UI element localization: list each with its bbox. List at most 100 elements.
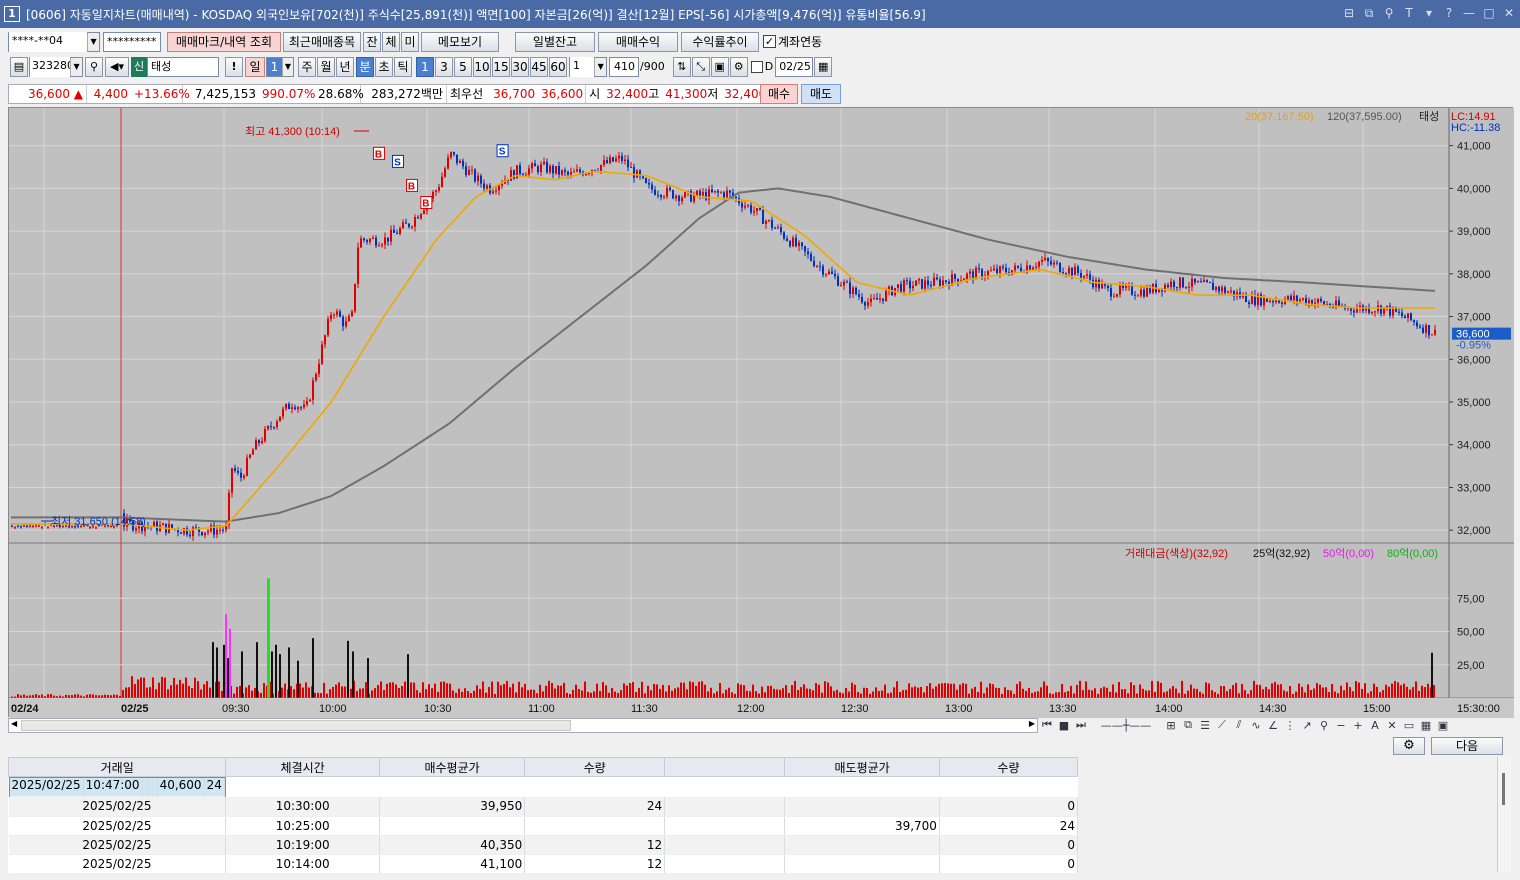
next-button[interactable]: 다음 [1431, 737, 1503, 755]
balance-button[interactable]: 잔 [363, 31, 381, 52]
price-chart[interactable]: 41,000 40,000 39,000 38,000 37,000 36,000 35,0… [9, 108, 1514, 718]
buy-button[interactable]: 매수 [760, 84, 798, 104]
executed-button[interactable]: 체 [382, 31, 400, 52]
recent-trades-button[interactable]: 최근매매종목 [283, 31, 361, 52]
unit-select[interactable]: 1 ▼ [569, 56, 607, 77]
period-second-button[interactable]: 초 [375, 56, 393, 77]
speaker-icon[interactable]: ◀▾ [105, 56, 129, 77]
d-checkbox[interactable] [750, 60, 763, 73]
window-control-8[interactable]: ✕ [1502, 5, 1516, 21]
play-forward-icon[interactable]: ⏭ [1074, 718, 1088, 732]
angle-icon[interactable]: ∠ [1266, 719, 1280, 732]
window-control-1[interactable]: ⧉ [1362, 5, 1376, 21]
column-header-1[interactable]: 체결시간 [225, 757, 380, 777]
window-control-0[interactable]: ⊟ [1342, 5, 1356, 21]
alert-button[interactable]: ! [225, 56, 243, 77]
trade-profit-button[interactable]: 매매수익 [598, 31, 678, 52]
save-icon[interactable]: ▣ [710, 56, 729, 77]
window-icon[interactable]: ▣ [1436, 719, 1450, 732]
window-control-6[interactable]: — [1462, 5, 1476, 21]
interval-3-button[interactable]: 3 [435, 56, 453, 77]
trend-icon[interactable]: ⟋ [1215, 718, 1229, 732]
return-trend-button[interactable]: 수익률추이 [681, 31, 759, 52]
search-icon[interactable]: ⚲ [85, 56, 103, 77]
interval-1-button[interactable]: 1 [416, 56, 434, 77]
layout-icon[interactable]: ▤ [10, 56, 28, 77]
grid-icon[interactable]: ⊞ [1164, 719, 1178, 732]
arrow-icon[interactable]: ↗ [1300, 719, 1314, 732]
cross-icon[interactable]: ✕ [1385, 719, 1399, 732]
fib-icon[interactable]: ⋮ [1283, 719, 1297, 732]
table-row[interactable]: 2025/02/25 10:30:00 39,950 24 0 [8, 797, 1079, 817]
chart-panel[interactable]: 41,000 40,000 39,000 38,000 37,000 36,000 35,0… [8, 107, 1514, 718]
period-week-button[interactable]: 주 [298, 56, 316, 77]
stop-icon[interactable]: ■ [1057, 719, 1071, 732]
period-count-select[interactable]: 1 ▼ [266, 56, 294, 77]
password-field[interactable]: ********* [103, 31, 161, 52]
stock-name-field[interactable]: 태성 [147, 56, 219, 77]
interval-45-button[interactable]: 45 [530, 56, 548, 77]
list-icon[interactable]: ☰ [1198, 719, 1212, 732]
interval-5-button[interactable]: 5 [454, 56, 472, 77]
table-row[interactable]: 2025/02/25 10:25:00 39,700 24 [8, 816, 1079, 836]
column-header-3[interactable]: 수량 [524, 757, 666, 777]
trade-mark-query-button[interactable]: 매매마크/내역 조회 [167, 31, 281, 52]
interval-15-button[interactable]: 15 [492, 56, 510, 77]
date-field[interactable]: 02/25 [775, 56, 814, 77]
column-header-4[interactable] [664, 757, 786, 777]
copy-icon[interactable]: ⧉ [1181, 718, 1195, 732]
scroll-thumb[interactable] [21, 720, 571, 731]
account-link-checkbox[interactable]: ✓ [763, 35, 776, 48]
column-header-0[interactable]: 거래일 [7, 757, 227, 777]
candle [1248, 302, 1250, 305]
minus-icon[interactable]: − [1334, 719, 1348, 732]
table-row[interactable]: 2025/02/25 10:14:00 41,100 12 0 [8, 854, 1079, 874]
scroll-left-icon[interactable]: ◀ [11, 719, 17, 728]
interval-10-button[interactable]: 10 [473, 56, 491, 77]
bar-count-field[interactable]: 410 [609, 56, 639, 77]
period-year-button[interactable]: 년 [336, 56, 354, 77]
window-control-3[interactable]: T [1402, 5, 1416, 21]
calendar-icon[interactable]: ▦ [814, 56, 833, 77]
sell-button[interactable]: 매도 [801, 84, 841, 104]
gear-icon[interactable]: ⚙ [729, 56, 748, 77]
magnify-icon[interactable]: ⚲ [1317, 719, 1331, 732]
column-header-6[interactable]: 수량 [938, 757, 1079, 777]
memo-view-button[interactable]: 메모보기 [421, 31, 499, 52]
zoom-slider[interactable]: ——┼—— [1091, 719, 1161, 732]
candle [645, 178, 647, 183]
line-tool-icon[interactable]: ⤡ [691, 56, 710, 77]
play-back-icon[interactable]: ⏮ [1040, 718, 1054, 732]
table-scrollbar[interactable] [1497, 757, 1511, 872]
account-select[interactable]: ****-**04 ▼ [8, 31, 100, 52]
period-month-button[interactable]: 월 [317, 56, 335, 77]
settings-button[interactable]: ⚙ [1393, 737, 1425, 755]
text-icon[interactable]: A [1368, 719, 1382, 732]
period-day-button[interactable]: 일 [245, 56, 265, 77]
unfilled-button[interactable]: 미 [401, 31, 419, 52]
column-header-2[interactable]: 매수평균가 [378, 757, 526, 777]
column-header-5[interactable]: 매도평균가 [784, 757, 940, 777]
plus-icon[interactable]: + [1351, 719, 1365, 732]
interval-30-button[interactable]: 30 [511, 56, 529, 77]
indicator-icon[interactable]: ⇅ [672, 56, 691, 77]
code-select[interactable]: 323280 ▼ [29, 56, 83, 77]
chart-scrollbar[interactable]: ◀ ▶ [8, 718, 1038, 733]
table-scroll-thumb[interactable] [1502, 773, 1505, 805]
table-icon[interactable]: ▦ [1419, 719, 1433, 732]
channel-icon[interactable]: ⫽ [1232, 718, 1246, 732]
period-minute-button[interactable]: 분 [356, 56, 374, 77]
window-control-2[interactable]: ⚲ [1382, 5, 1396, 21]
table-row[interactable]: 2025/02/25 10:19:00 40,350 12 0 [8, 835, 1079, 855]
window-control-7[interactable]: □ [1482, 5, 1496, 21]
wave-icon[interactable]: ∿ [1249, 719, 1263, 732]
window-control-4[interactable]: ▾ [1422, 5, 1436, 21]
table-row[interactable]: 2025/02/25 10:47:00 40,600 24 [8, 777, 226, 797]
period-tick-button[interactable]: 틱 [394, 56, 412, 77]
scroll-right-icon[interactable]: ▶ [1029, 719, 1035, 728]
candle [813, 260, 815, 267]
window-control-5[interactable]: ? [1442, 5, 1456, 21]
interval-60-button[interactable]: 60 [549, 56, 567, 77]
panel-icon[interactable]: ▭ [1402, 719, 1416, 732]
daily-balance-button[interactable]: 일별잔고 [515, 31, 595, 52]
